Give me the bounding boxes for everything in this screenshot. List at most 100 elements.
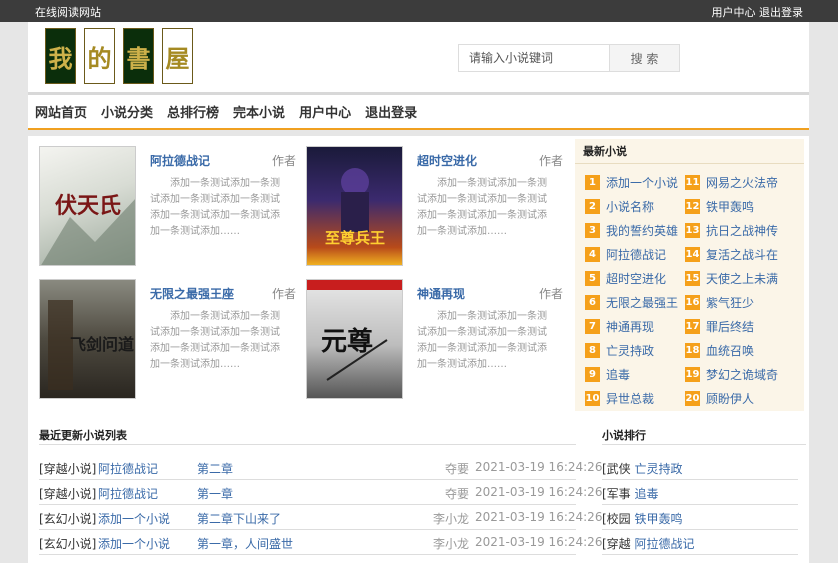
rank-number-badge: 16 (685, 295, 700, 310)
rank-number-badge: 9 (585, 367, 600, 382)
book-title[interactable]: 无限之最强王座 (150, 285, 234, 302)
latest-novel-item[interactable]: 10 异世总裁 (585, 390, 654, 407)
book-description: 添加一条测试添加一条测试添加一条测试添加一条测试添加一条测试添加一条测试添加一条… (150, 178, 280, 237)
search-input[interactable] (458, 44, 610, 72)
book-link[interactable]: 阿拉德战记 (98, 485, 158, 502)
cover-art: 飞剑问道 (48, 300, 134, 390)
cover-title: 伏天氏 (55, 193, 121, 219)
rank-number-badge: 19 (685, 367, 700, 382)
cover-title: 至尊兵王 (325, 229, 385, 247)
latest-novel-name: 超时空进化 (606, 272, 667, 286)
latest-novel-item[interactable]: 16 紫气狂少 (685, 294, 754, 311)
latest-novel-item[interactable]: 4 阿拉德战记 (585, 246, 666, 263)
ranking-row[interactable]: [校园 铁甲轰鸣 (602, 510, 683, 527)
latest-novel-item[interactable]: 6 无限之最强王 (585, 294, 678, 311)
latest-novel-name: 神通再现 (606, 320, 655, 334)
ranking-row[interactable]: [穿越 阿拉德战记 (602, 535, 695, 552)
latest-novel-item[interactable]: 9 追毒 (585, 366, 630, 383)
book-cover[interactable]: 至尊兵王 (306, 146, 403, 266)
logout-link[interactable]: 退出登录 (759, 6, 803, 19)
recent-updates-title: 最近更新小说列表 (39, 429, 127, 442)
chapter-link[interactable]: 第二章 (197, 460, 233, 477)
cover-title: 飞剑问道 (70, 335, 134, 354)
latest-novel-item[interactable]: 19 梦幻之诡域奇 (685, 366, 778, 383)
latest-novel-item[interactable]: 15 天使之上未满 (685, 270, 778, 287)
latest-novel-name: 亡灵持政 (606, 344, 655, 358)
book-title[interactable]: 阿拉德战记 (150, 152, 210, 169)
nav-ranking[interactable]: 总排行榜 (167, 102, 219, 121)
site-logo[interactable]: 我 的 書 屋 (45, 28, 193, 84)
header-divider (28, 92, 809, 95)
latest-novel-item[interactable]: 7 神通再现 (585, 318, 654, 335)
ranking-book-link[interactable]: 亡灵持政 (635, 462, 683, 476)
book-cover[interactable]: 元尊 (306, 279, 403, 399)
rank-number-badge: 13 (685, 223, 700, 238)
nav-categories[interactable]: 小说分类 (101, 102, 153, 121)
ranking-book-link[interactable]: 阿拉德战记 (635, 537, 695, 551)
book-title[interactable]: 神通再现 (417, 285, 465, 302)
ranking-title: 小说排行 (602, 429, 646, 442)
latest-novel-item[interactable]: 12 铁甲轰鸣 (685, 198, 754, 215)
latest-novel-item[interactable]: 8 亡灵持政 (585, 342, 654, 359)
category-label: [穿越小说] (39, 487, 97, 501)
latest-novel-item[interactable]: 2 小说名称 (585, 198, 654, 215)
latest-novel-name: 复活之战斗在 (706, 248, 779, 262)
ranking-book-link[interactable]: 追毒 (635, 487, 659, 501)
update-time: 2021-03-19 16:24:26 (475, 510, 603, 524)
user-center-link[interactable]: 用户中心 (712, 6, 756, 19)
latest-novel-item[interactable]: 1 添加一个小说 (585, 174, 678, 191)
cover-title: 元尊 (321, 326, 373, 357)
latest-novel-item[interactable]: 3 我的誓约英雄 (585, 222, 678, 239)
latest-novel-item[interactable]: 13 抗日之战神传 (685, 222, 778, 239)
chapter-link[interactable]: 第一章 (197, 485, 233, 502)
chapter-link[interactable]: 第二章下山来了 (197, 510, 281, 527)
latest-novel-item[interactable]: 17 罪后终结 (685, 318, 754, 335)
panel-divider (575, 163, 804, 164)
search-bar: 搜 索 (458, 44, 680, 72)
latest-novel-name: 顾盼伊人 (706, 392, 755, 406)
book-title[interactable]: 超时空进化 (417, 152, 477, 169)
book-cover[interactable]: 伏天氏 (39, 146, 136, 266)
nav-home[interactable]: 网站首页 (35, 102, 87, 121)
latest-novel-item[interactable]: 20 顾盼伊人 (685, 390, 754, 407)
latest-novel-item[interactable]: 18 血统召唤 (685, 342, 754, 359)
book-cover[interactable]: 飞剑问道 (39, 279, 136, 399)
ranking-book-link[interactable]: 铁甲轰鸣 (635, 512, 683, 526)
featured-book: 至尊兵王 超时空进化 作者 添加一条测试添加一条测试添加一条测试添加一条测试添加… (306, 146, 571, 268)
ranking-row[interactable]: [武侠 亡灵持政 (602, 460, 683, 477)
rank-number-badge: 17 (685, 319, 700, 334)
rank-number-badge: 8 (585, 343, 600, 358)
chapter-link[interactable]: 第一章，人间盛世 (197, 535, 293, 552)
rank-number-badge: 4 (585, 247, 600, 262)
nav-completed[interactable]: 完本小说 (233, 102, 285, 121)
book-link[interactable]: 阿拉德战记 (98, 460, 158, 477)
book-link[interactable]: 添加一个小说 (98, 510, 170, 527)
page-container: 我 的 書 屋 搜 索 网站首页 小说分类 总排行榜 完本小说 用户中心 退出登… (28, 22, 809, 563)
row-divider (602, 479, 798, 480)
latest-novels-title: 最新小说 (583, 145, 627, 158)
logo-char: 書 (123, 28, 154, 84)
author-name: 李小龙 (432, 512, 469, 526)
nav-logout[interactable]: 退出登录 (365, 102, 417, 121)
logo-char: 屋 (162, 28, 193, 84)
rank-number-badge: 20 (685, 391, 700, 406)
search-button[interactable]: 搜 索 (610, 44, 680, 72)
ranking-category: [军事 (602, 487, 631, 501)
latest-novel-item[interactable]: 14 复活之战斗在 (685, 246, 778, 263)
category-label: [穿越小说] (39, 462, 97, 476)
logo-char: 我 (45, 28, 76, 84)
latest-novel-name: 罪后终结 (706, 320, 755, 334)
featured-book: 飞剑问道 无限之最强王座 作者 添加一条测试添加一条测试添加一条测试添加一条测试… (39, 279, 304, 401)
latest-novel-name: 追毒 (606, 368, 631, 382)
row-divider (39, 479, 576, 480)
book-author: 作者 (271, 287, 296, 301)
ranking-row[interactable]: [军事 追毒 (602, 485, 659, 502)
rank-number-badge: 3 (585, 223, 600, 238)
section-divider (602, 444, 806, 445)
nav-user-center[interactable]: 用户中心 (299, 102, 351, 121)
latest-novel-item[interactable]: 11 网易之火法帝 (685, 174, 778, 191)
latest-novel-item[interactable]: 5 超时空进化 (585, 270, 666, 287)
author-name: 夺要 (444, 462, 469, 476)
featured-book: 元尊 神通再现 作者 添加一条测试添加一条测试添加一条测试添加一条测试添加一条测… (306, 279, 571, 401)
book-link[interactable]: 添加一个小说 (98, 535, 170, 552)
